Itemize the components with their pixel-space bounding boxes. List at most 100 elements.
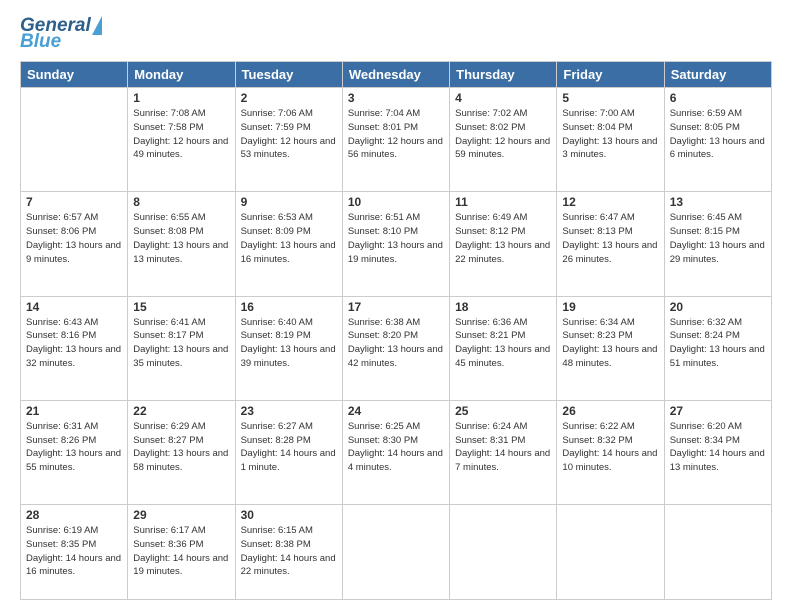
day-number: 10 — [348, 195, 444, 209]
page: General Blue SundayMondayTuesdayWednesda… — [0, 0, 792, 612]
day-number: 25 — [455, 404, 551, 418]
day-number: 24 — [348, 404, 444, 418]
calendar-cell: 14 Sunrise: 6:43 AMSunset: 8:16 PMDayligh… — [21, 296, 128, 400]
calendar-cell: 5 Sunrise: 7:00 AMSunset: 8:04 PMDaylight… — [557, 88, 664, 192]
day-number: 16 — [241, 300, 337, 314]
col-header-thursday: Thursday — [450, 62, 557, 88]
day-number: 14 — [26, 300, 122, 314]
calendar-cell: 8 Sunrise: 6:55 AMSunset: 8:08 PMDaylight… — [128, 192, 235, 296]
day-number: 12 — [562, 195, 658, 209]
calendar-cell: 12 Sunrise: 6:47 AMSunset: 8:13 PMDayligh… — [557, 192, 664, 296]
day-number: 18 — [455, 300, 551, 314]
day-info: Sunrise: 6:15 AMSunset: 8:38 PMDaylight:… — [241, 524, 337, 579]
day-info: Sunrise: 7:02 AMSunset: 8:02 PMDaylight:… — [455, 107, 551, 162]
calendar-cell: 29 Sunrise: 6:17 AMSunset: 8:36 PMDayligh… — [128, 505, 235, 600]
calendar-cell: 20 Sunrise: 6:32 AMSunset: 8:24 PMDayligh… — [664, 296, 771, 400]
calendar-cell: 19 Sunrise: 6:34 AMSunset: 8:23 PMDayligh… — [557, 296, 664, 400]
day-info: Sunrise: 7:00 AMSunset: 8:04 PMDaylight:… — [562, 107, 658, 162]
day-info: Sunrise: 6:29 AMSunset: 8:27 PMDaylight:… — [133, 420, 229, 475]
day-info: Sunrise: 6:17 AMSunset: 8:36 PMDaylight:… — [133, 524, 229, 579]
calendar-cell: 21 Sunrise: 6:31 AMSunset: 8:26 PMDayligh… — [21, 400, 128, 504]
day-info: Sunrise: 6:36 AMSunset: 8:21 PMDaylight:… — [455, 316, 551, 371]
day-number: 28 — [26, 508, 122, 522]
calendar-cell: 13Sunrise: 6:45 AMSunset: 8:15 PMDayligh… — [664, 192, 771, 296]
day-number: 1 — [133, 91, 229, 105]
calendar-cell — [342, 505, 449, 600]
day-info: Sunrise: 6:38 AMSunset: 8:20 PMDaylight:… — [348, 316, 444, 371]
day-info: Sunrise: 6:19 AMSunset: 8:35 PMDaylight:… — [26, 524, 122, 579]
header: General Blue — [20, 16, 772, 51]
col-header-monday: Monday — [128, 62, 235, 88]
calendar-cell: 23 Sunrise: 6:27 AMSunset: 8:28 PMDayligh… — [235, 400, 342, 504]
day-info: Sunrise: 6:55 AMSunset: 8:08 PMDaylight:… — [133, 211, 229, 266]
calendar-cell — [21, 88, 128, 192]
day-number: 5 — [562, 91, 658, 105]
day-info: Sunrise: 6:25 AMSunset: 8:30 PMDaylight:… — [348, 420, 444, 475]
day-info: Sunrise: 6:34 AMSunset: 8:23 PMDaylight:… — [562, 316, 658, 371]
calendar-cell: 10 Sunrise: 6:51 AMSunset: 8:10 PMDayligh… — [342, 192, 449, 296]
day-info: Sunrise: 6:53 AMSunset: 8:09 PMDaylight:… — [241, 211, 337, 266]
day-info: Sunrise: 7:04 AMSunset: 8:01 PMDaylight:… — [348, 107, 444, 162]
calendar-cell: 24 Sunrise: 6:25 AMSunset: 8:30 PMDayligh… — [342, 400, 449, 504]
calendar-cell: 18 Sunrise: 6:36 AMSunset: 8:21 PMDayligh… — [450, 296, 557, 400]
day-number: 22 — [133, 404, 229, 418]
col-header-tuesday: Tuesday — [235, 62, 342, 88]
day-number: 4 — [455, 91, 551, 105]
calendar-cell: 1 Sunrise: 7:08 AMSunset: 7:58 PMDaylight… — [128, 88, 235, 192]
day-info: Sunrise: 6:22 AMSunset: 8:32 PMDaylight:… — [562, 420, 658, 475]
calendar-table: SundayMondayTuesdayWednesdayThursdayFrid… — [20, 61, 772, 600]
day-number: 8 — [133, 195, 229, 209]
calendar-cell: 17 Sunrise: 6:38 AMSunset: 8:20 PMDayligh… — [342, 296, 449, 400]
day-number: 11 — [455, 195, 551, 209]
day-info: Sunrise: 6:41 AMSunset: 8:17 PMDaylight:… — [133, 316, 229, 371]
day-number: 23 — [241, 404, 337, 418]
day-info: Sunrise: 6:43 AMSunset: 8:16 PMDaylight:… — [26, 316, 122, 371]
day-number: 17 — [348, 300, 444, 314]
day-number: 6 — [670, 91, 766, 105]
day-info: Sunrise: 6:32 AMSunset: 8:24 PMDaylight:… — [670, 316, 766, 371]
day-number: 3 — [348, 91, 444, 105]
calendar-cell: 22 Sunrise: 6:29 AMSunset: 8:27 PMDayligh… — [128, 400, 235, 504]
day-number: 29 — [133, 508, 229, 522]
calendar-cell — [557, 505, 664, 600]
day-info: Sunrise: 6:31 AMSunset: 8:26 PMDaylight:… — [26, 420, 122, 475]
day-info: Sunrise: 6:20 AMSunset: 8:34 PMDaylight:… — [670, 420, 766, 475]
calendar-cell: 16 Sunrise: 6:40 AMSunset: 8:19 PMDayligh… — [235, 296, 342, 400]
day-number: 9 — [241, 195, 337, 209]
col-header-saturday: Saturday — [664, 62, 771, 88]
day-info: Sunrise: 7:06 AMSunset: 7:59 PMDaylight:… — [241, 107, 337, 162]
day-number: 26 — [562, 404, 658, 418]
day-info: Sunrise: 7:08 AMSunset: 7:58 PMDaylight:… — [133, 107, 229, 162]
day-info: Sunrise: 6:49 AMSunset: 8:12 PMDaylight:… — [455, 211, 551, 266]
col-header-sunday: Sunday — [21, 62, 128, 88]
calendar-cell: 7Sunrise: 6:57 AMSunset: 8:06 PMDaylight… — [21, 192, 128, 296]
calendar-cell: 15Sunrise: 6:41 AMSunset: 8:17 PMDayligh… — [128, 296, 235, 400]
calendar-cell: 9 Sunrise: 6:53 AMSunset: 8:09 PMDaylight… — [235, 192, 342, 296]
calendar-cell — [450, 505, 557, 600]
calendar-cell: 3 Sunrise: 7:04 AMSunset: 8:01 PMDaylight… — [342, 88, 449, 192]
calendar-cell: 6Sunrise: 6:59 AMSunset: 8:05 PMDaylight… — [664, 88, 771, 192]
calendar-cell: 11 Sunrise: 6:49 AMSunset: 8:12 PMDayligh… — [450, 192, 557, 296]
day-info: Sunrise: 6:45 AMSunset: 8:15 PMDaylight:… — [670, 211, 766, 266]
calendar-cell: 26 Sunrise: 6:22 AMSunset: 8:32 PMDayligh… — [557, 400, 664, 504]
day-info: Sunrise: 6:27 AMSunset: 8:28 PMDaylight:… — [241, 420, 337, 475]
day-number: 21 — [26, 404, 122, 418]
day-info: Sunrise: 6:24 AMSunset: 8:31 PMDaylight:… — [455, 420, 551, 475]
day-info: Sunrise: 6:51 AMSunset: 8:10 PMDaylight:… — [348, 211, 444, 266]
day-number: 19 — [562, 300, 658, 314]
day-number: 27 — [670, 404, 766, 418]
day-info: Sunrise: 6:47 AMSunset: 8:13 PMDaylight:… — [562, 211, 658, 266]
calendar-cell: 28 Sunrise: 6:19 AMSunset: 8:35 PMDayligh… — [21, 505, 128, 600]
day-info: Sunrise: 6:57 AMSunset: 8:06 PMDaylight:… — [26, 211, 122, 266]
day-number: 20 — [670, 300, 766, 314]
calendar-cell: 27 Sunrise: 6:20 AMSunset: 8:34 PMDayligh… — [664, 400, 771, 504]
logo-blue-text: Blue — [20, 32, 102, 51]
col-header-wednesday: Wednesday — [342, 62, 449, 88]
day-number: 30 — [241, 508, 337, 522]
logo: General Blue — [20, 16, 102, 51]
col-header-friday: Friday — [557, 62, 664, 88]
calendar-cell: 30 Sunrise: 6:15 AMSunset: 8:38 PMDayligh… — [235, 505, 342, 600]
calendar-cell: 4 Sunrise: 7:02 AMSunset: 8:02 PMDaylight… — [450, 88, 557, 192]
calendar-cell — [664, 505, 771, 600]
day-info: Sunrise: 6:40 AMSunset: 8:19 PMDaylight:… — [241, 316, 337, 371]
